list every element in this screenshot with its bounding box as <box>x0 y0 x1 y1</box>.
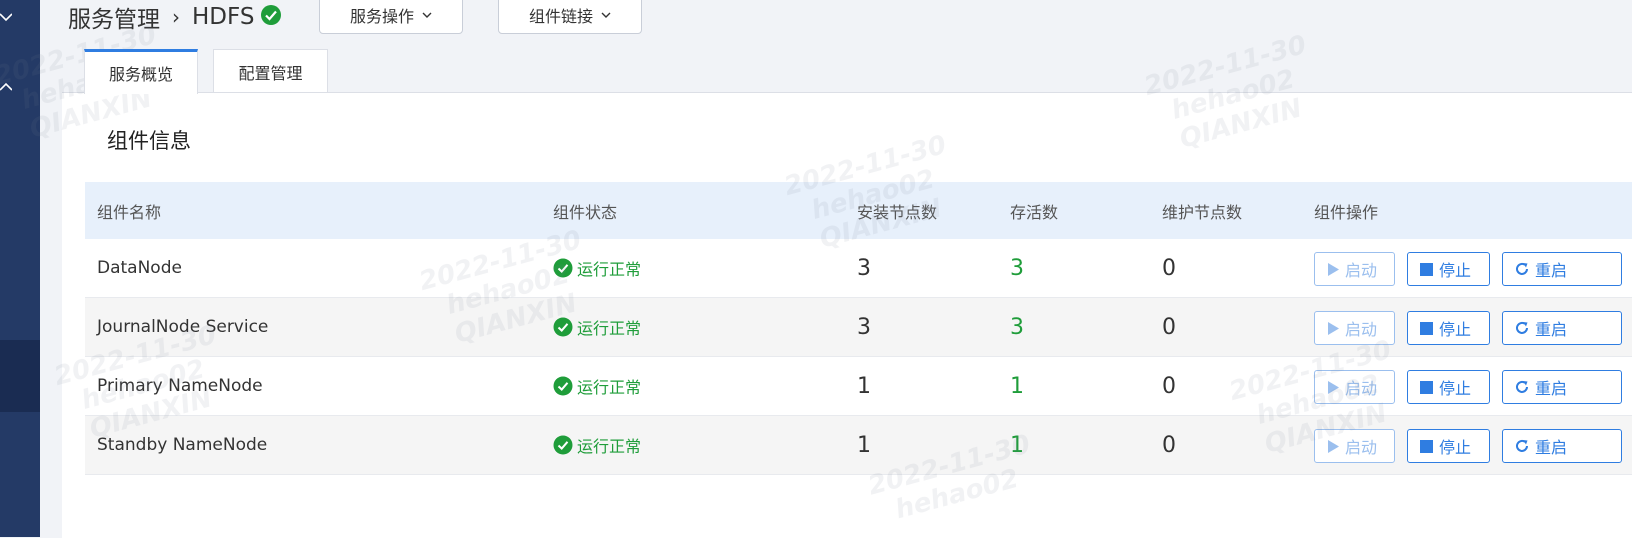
restart-button[interactable]: 重启 <box>1502 311 1622 345</box>
check-circle-icon <box>553 258 573 278</box>
col-header-name: 组件名称 <box>97 202 162 222</box>
stop-icon <box>1420 380 1433 394</box>
chevron-up-icon[interactable] <box>0 80 13 96</box>
restart-label: 重启 <box>1535 379 1568 398</box>
stop-label: 停止 <box>1439 261 1472 280</box>
play-icon <box>1328 439 1339 453</box>
start-button[interactable]: 启动 <box>1314 252 1395 286</box>
tab-config-management[interactable]: 配置管理 <box>213 49 328 93</box>
status-badge: 运行正常 <box>553 298 641 356</box>
tab-service-overview[interactable]: 服务概览 <box>84 49 198 94</box>
stop-label: 停止 <box>1439 320 1472 339</box>
status-text: 运行正常 <box>577 437 642 456</box>
component-name: Standby NameNode <box>97 435 268 455</box>
check-circle-icon <box>553 317 573 337</box>
check-circle-icon <box>260 4 282 30</box>
stop-icon <box>1420 439 1433 453</box>
restart-label: 重启 <box>1535 320 1568 339</box>
start-label: 启动 <box>1345 438 1378 457</box>
component-name: DataNode <box>97 258 182 278</box>
restart-button[interactable]: 重启 <box>1502 370 1622 404</box>
alive-count: 1 <box>1010 373 1024 399</box>
restart-button[interactable]: 重启 <box>1502 429 1622 463</box>
table-header: 组件名称 组件状态 安装节点数 存活数 维护节点数 组件操作 <box>85 182 1632 239</box>
maintenance-count: 0 <box>1162 373 1176 399</box>
check-circle-icon <box>553 376 573 396</box>
page-title: HDFS <box>192 4 255 30</box>
stop-button[interactable]: 停止 <box>1407 429 1490 463</box>
alive-count: 3 <box>1010 314 1024 340</box>
col-header-alive: 存活数 <box>1010 202 1059 222</box>
refresh-icon <box>1516 262 1528 275</box>
restart-label: 重启 <box>1535 261 1568 280</box>
installed-count: 1 <box>857 432 871 458</box>
breadcrumb-separator: › <box>172 5 180 29</box>
status-badge: 运行正常 <box>553 357 641 415</box>
stop-button[interactable]: 停止 <box>1407 370 1490 404</box>
status-text: 运行正常 <box>577 378 642 397</box>
alive-count: 1 <box>1010 432 1024 458</box>
maintenance-count: 0 <box>1162 432 1176 458</box>
play-icon <box>1328 380 1339 394</box>
installed-count: 3 <box>857 314 871 340</box>
status-badge: 运行正常 <box>553 239 641 297</box>
play-icon <box>1328 321 1339 335</box>
refresh-icon <box>1516 321 1528 334</box>
stop-button[interactable]: 停止 <box>1407 252 1490 286</box>
sidebar-active-item[interactable] <box>0 340 40 412</box>
tab-label: 服务概览 <box>108 65 173 84</box>
stop-label: 停止 <box>1439 438 1472 457</box>
start-button[interactable]: 启动 <box>1314 429 1395 463</box>
stop-button[interactable]: 停止 <box>1407 311 1490 345</box>
chevron-down-icon <box>601 12 611 18</box>
maintenance-count: 0 <box>1162 255 1176 281</box>
refresh-icon <box>1516 439 1528 452</box>
start-label: 启动 <box>1345 261 1378 280</box>
tab-label: 配置管理 <box>238 63 303 83</box>
stop-icon <box>1420 262 1433 276</box>
restart-label: 重启 <box>1535 438 1568 457</box>
status-badge: 运行正常 <box>553 416 641 474</box>
chevron-down-icon[interactable] <box>0 10 13 26</box>
breadcrumb-parent[interactable]: 服务管理 <box>68 0 160 34</box>
components-table: 组件名称 组件状态 安装节点数 存活数 维护节点数 组件操作 DataNode … <box>85 182 1632 475</box>
installed-count: 1 <box>857 373 871 399</box>
col-header-installed: 安装节点数 <box>857 202 938 222</box>
play-icon <box>1328 262 1339 276</box>
start-label: 启动 <box>1345 379 1378 398</box>
status-text: 运行正常 <box>577 260 642 279</box>
table-row: DataNode 运行正常 3 3 0 启动 停止 重启 <box>85 239 1632 298</box>
check-circle-icon <box>553 435 573 455</box>
installed-count: 3 <box>857 255 871 281</box>
service-ops-label: 服务操作 <box>349 7 414 26</box>
sidebar <box>0 0 40 537</box>
start-label: 启动 <box>1345 320 1378 339</box>
section-title: 组件信息 <box>107 129 191 153</box>
col-header-actions: 组件操作 <box>1314 202 1379 222</box>
stop-label: 停止 <box>1439 379 1472 398</box>
alive-count: 3 <box>1010 255 1024 281</box>
component-name: Primary NameNode <box>97 376 263 396</box>
status-text: 运行正常 <box>577 319 642 338</box>
start-button[interactable]: 启动 <box>1314 311 1395 345</box>
component-links-dropdown[interactable]: 组件链接 <box>498 0 642 34</box>
component-links-label: 组件链接 <box>528 7 593 26</box>
restart-button[interactable]: 重启 <box>1502 252 1622 286</box>
maintenance-count: 0 <box>1162 314 1176 340</box>
col-header-status: 组件状态 <box>553 202 618 222</box>
chevron-down-icon <box>422 12 432 18</box>
breadcrumb: 服务管理 › HDFS <box>68 0 282 34</box>
service-ops-dropdown[interactable]: 服务操作 <box>319 0 463 34</box>
stop-icon <box>1420 321 1433 335</box>
refresh-icon <box>1516 380 1528 393</box>
table-row: Primary NameNode 运行正常 1 1 0 启动 停止 重启 <box>85 357 1632 416</box>
start-button[interactable]: 启动 <box>1314 370 1395 404</box>
col-header-maintenance: 维护节点数 <box>1162 202 1243 222</box>
table-row: Standby NameNode 运行正常 1 1 0 启动 停止 重启 <box>85 416 1632 475</box>
component-name: JournalNode Service <box>97 317 269 337</box>
table-row: JournalNode Service 运行正常 3 3 0 启动 停止 重启 <box>85 298 1632 357</box>
